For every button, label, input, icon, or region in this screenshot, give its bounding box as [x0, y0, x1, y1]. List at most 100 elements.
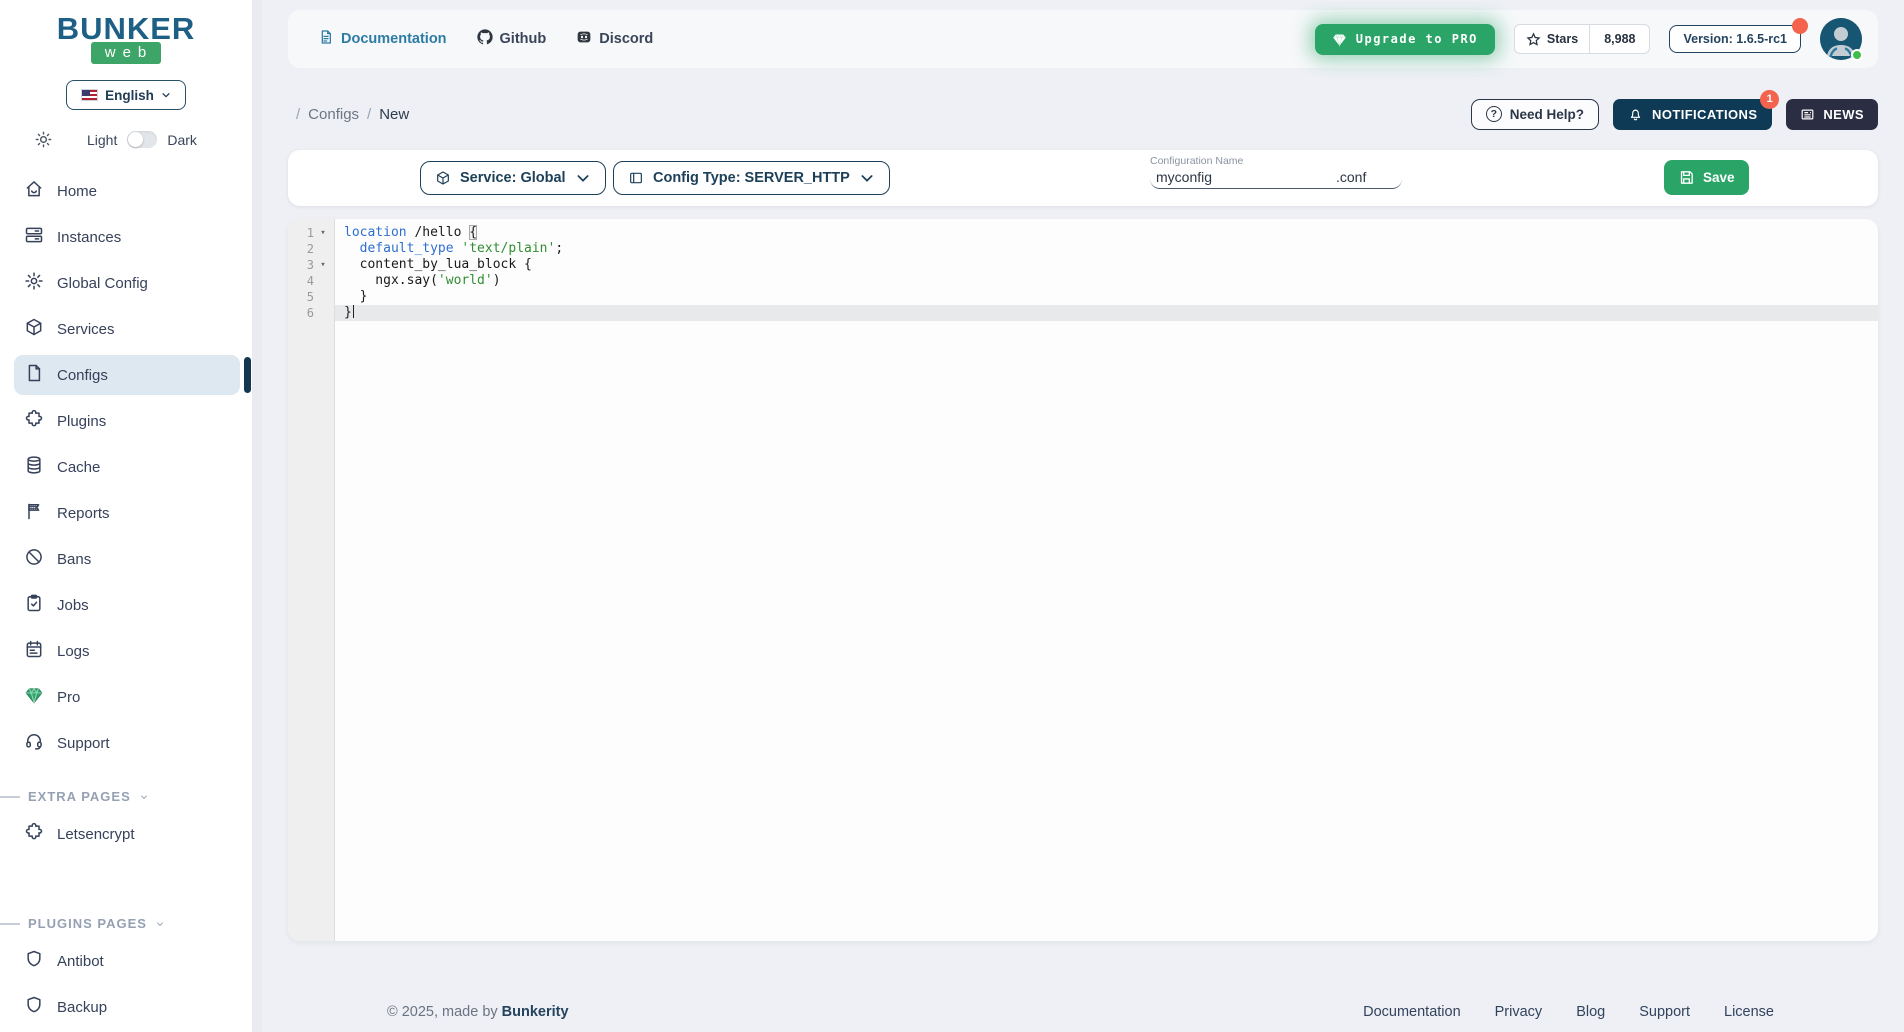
code-line[interactable]: ngx.say('world')	[335, 273, 1878, 289]
code-token-plain: content_by_lua_block {	[344, 257, 532, 272]
news-button[interactable]: NEWS	[1786, 99, 1878, 130]
chevron-down-icon	[155, 919, 165, 929]
online-status-dot	[1851, 49, 1863, 61]
section-header-extra-pages[interactable]: EXTRA PAGES	[0, 789, 252, 804]
code-token-plain: }	[344, 289, 367, 304]
diamond-icon	[24, 685, 44, 709]
top-nav-links: Documentation Github Discord	[318, 29, 653, 49]
breadcrumb: / Configs / New	[296, 106, 409, 123]
config-toolbar: Service: Global Config Type: SERVER_HTTP…	[288, 150, 1878, 206]
sidebar-item-label: Support	[57, 735, 110, 752]
copyright-text: © 2025, made by Bunkerity	[387, 1004, 569, 1020]
top-nav-link[interactable]: Github	[477, 29, 547, 49]
sidebar-item-label: Instances	[57, 229, 121, 246]
breadcrumb-new: New	[379, 106, 409, 123]
newspaper-icon	[1800, 107, 1815, 122]
theme-toggle[interactable]	[127, 131, 157, 148]
line-number: 3▾	[288, 257, 334, 273]
footer-links: Documentation Privacy Blog Support License	[1363, 1004, 1774, 1020]
theme-dark-label: Dark	[167, 132, 197, 148]
page-footer: © 2025, made by Bunkerity Documentation P…	[262, 941, 1904, 1032]
code-token-string: 'text/plain'	[461, 241, 555, 256]
discord-icon	[576, 29, 592, 49]
language-selector[interactable]: English	[66, 80, 186, 110]
footer-link[interactable]: License	[1724, 1004, 1774, 1020]
notification-dot	[1792, 18, 1808, 34]
sidebar-item[interactable]: Antibot	[14, 941, 240, 981]
code-line[interactable]: content_by_lua_block {	[335, 257, 1878, 273]
editor-code-area[interactable]: location /hello { default_type 'text/pla…	[335, 219, 1878, 941]
line-number: 6	[288, 305, 334, 321]
line-number: 1▾	[288, 225, 334, 241]
user-avatar[interactable]	[1820, 18, 1862, 60]
fold-gutter	[314, 273, 332, 289]
line-number: 4	[288, 273, 334, 289]
sidebar-item[interactable]: Global Config	[14, 263, 240, 303]
top-nav-link[interactable]: Discord	[576, 29, 653, 49]
clipboard-check-icon	[24, 593, 44, 617]
top-nav-link-label: Github	[500, 31, 547, 47]
brand-link[interactable]: Bunkerity	[502, 1004, 569, 1020]
upgrade-label: Upgrade to PRO	[1356, 32, 1478, 46]
footer-link[interactable]: Privacy	[1495, 1004, 1543, 1020]
document-icon	[318, 29, 334, 49]
sidebar-item[interactable]: Support	[14, 723, 240, 763]
sidebar-item-label: Plugins	[57, 413, 106, 430]
sidebar-item-label: Bans	[57, 551, 91, 568]
code-line[interactable]: }	[335, 305, 1878, 321]
footer-link[interactable]: Documentation	[1363, 1004, 1461, 1020]
sidebar-item[interactable]: Letsencrypt	[14, 814, 240, 854]
section-dash	[0, 796, 20, 798]
line-number: 5	[288, 289, 334, 305]
server-icon	[24, 225, 44, 249]
code-line[interactable]: location /hello {	[335, 225, 1878, 241]
us-flag-icon	[81, 89, 98, 101]
config-type-dropdown[interactable]: Config Type: SERVER_HTTP	[613, 161, 890, 195]
sidebar-item[interactable]: Home	[14, 171, 240, 211]
fold-gutter	[314, 241, 332, 257]
database-icon	[24, 455, 44, 479]
sidebar-item[interactable]: Cache	[14, 447, 240, 487]
fold-arrow-icon[interactable]: ▾	[314, 225, 332, 241]
code-editor[interactable]: 1▾23▾456 location /hello { default_type …	[288, 219, 1878, 941]
sidebar-item[interactable]: Logs	[14, 631, 240, 671]
configuration-name-input[interactable]	[1156, 169, 1336, 185]
version-badge[interactable]: Version: 1.6.5-rc1	[1669, 25, 1801, 53]
sun-icon	[34, 130, 53, 149]
section-header-plugins-pages[interactable]: PLUGINS PAGES	[0, 916, 252, 931]
configuration-name-label: Configuration Name	[1150, 155, 1402, 167]
sidebar-item-label: Backup	[57, 999, 107, 1016]
footer-link[interactable]: Support	[1639, 1004, 1690, 1020]
notifications-button[interactable]: NOTIFICATIONS 1	[1613, 99, 1772, 130]
sidebar-item[interactable]: Configs	[14, 355, 240, 395]
bell-icon	[1628, 107, 1643, 122]
code-token-keyword: location	[344, 225, 407, 240]
sidebar-item[interactable]: Backup	[14, 987, 240, 1027]
sidebar-item[interactable]: Plugins	[14, 401, 240, 441]
github-stars-button[interactable]: Stars 8,988	[1514, 24, 1651, 54]
configuration-name-suffix: .conf	[1336, 169, 1366, 185]
sidebar-item[interactable]: Services	[14, 309, 240, 349]
sidebar-item[interactable]: Pro	[14, 677, 240, 717]
code-line[interactable]: }	[335, 289, 1878, 305]
sidebar-item[interactable]: Jobs	[14, 585, 240, 625]
breadcrumb-configs[interactable]: Configs	[308, 106, 359, 123]
action-row: / Configs / New ? Need Help? NOTIFICATIO…	[288, 96, 1878, 132]
floppy-disk-icon	[1678, 169, 1695, 186]
code-line[interactable]: default_type 'text/plain';	[335, 241, 1878, 257]
need-help-button[interactable]: ? Need Help?	[1471, 99, 1599, 130]
file-icon	[24, 363, 44, 387]
top-nav-link[interactable]: Documentation	[318, 29, 447, 49]
code-token-bracket-match: {	[469, 225, 477, 240]
sidebar-item[interactable]: Instances	[14, 217, 240, 257]
sidebar-item[interactable]: Reports	[14, 493, 240, 533]
upgrade-to-pro-button[interactable]: Upgrade to PRO	[1315, 24, 1495, 55]
save-button[interactable]: Save	[1664, 160, 1749, 195]
footer-link[interactable]: Blog	[1576, 1004, 1605, 1020]
theme-toggle-row: Light Dark	[34, 130, 252, 149]
shield-icon	[24, 949, 44, 973]
service-dropdown[interactable]: Service: Global	[420, 161, 606, 195]
fold-arrow-icon[interactable]: ▾	[314, 257, 332, 273]
sidebar-item[interactable]: Bans	[14, 539, 240, 579]
version-label: Version: 1.6.5-rc1	[1683, 32, 1787, 46]
